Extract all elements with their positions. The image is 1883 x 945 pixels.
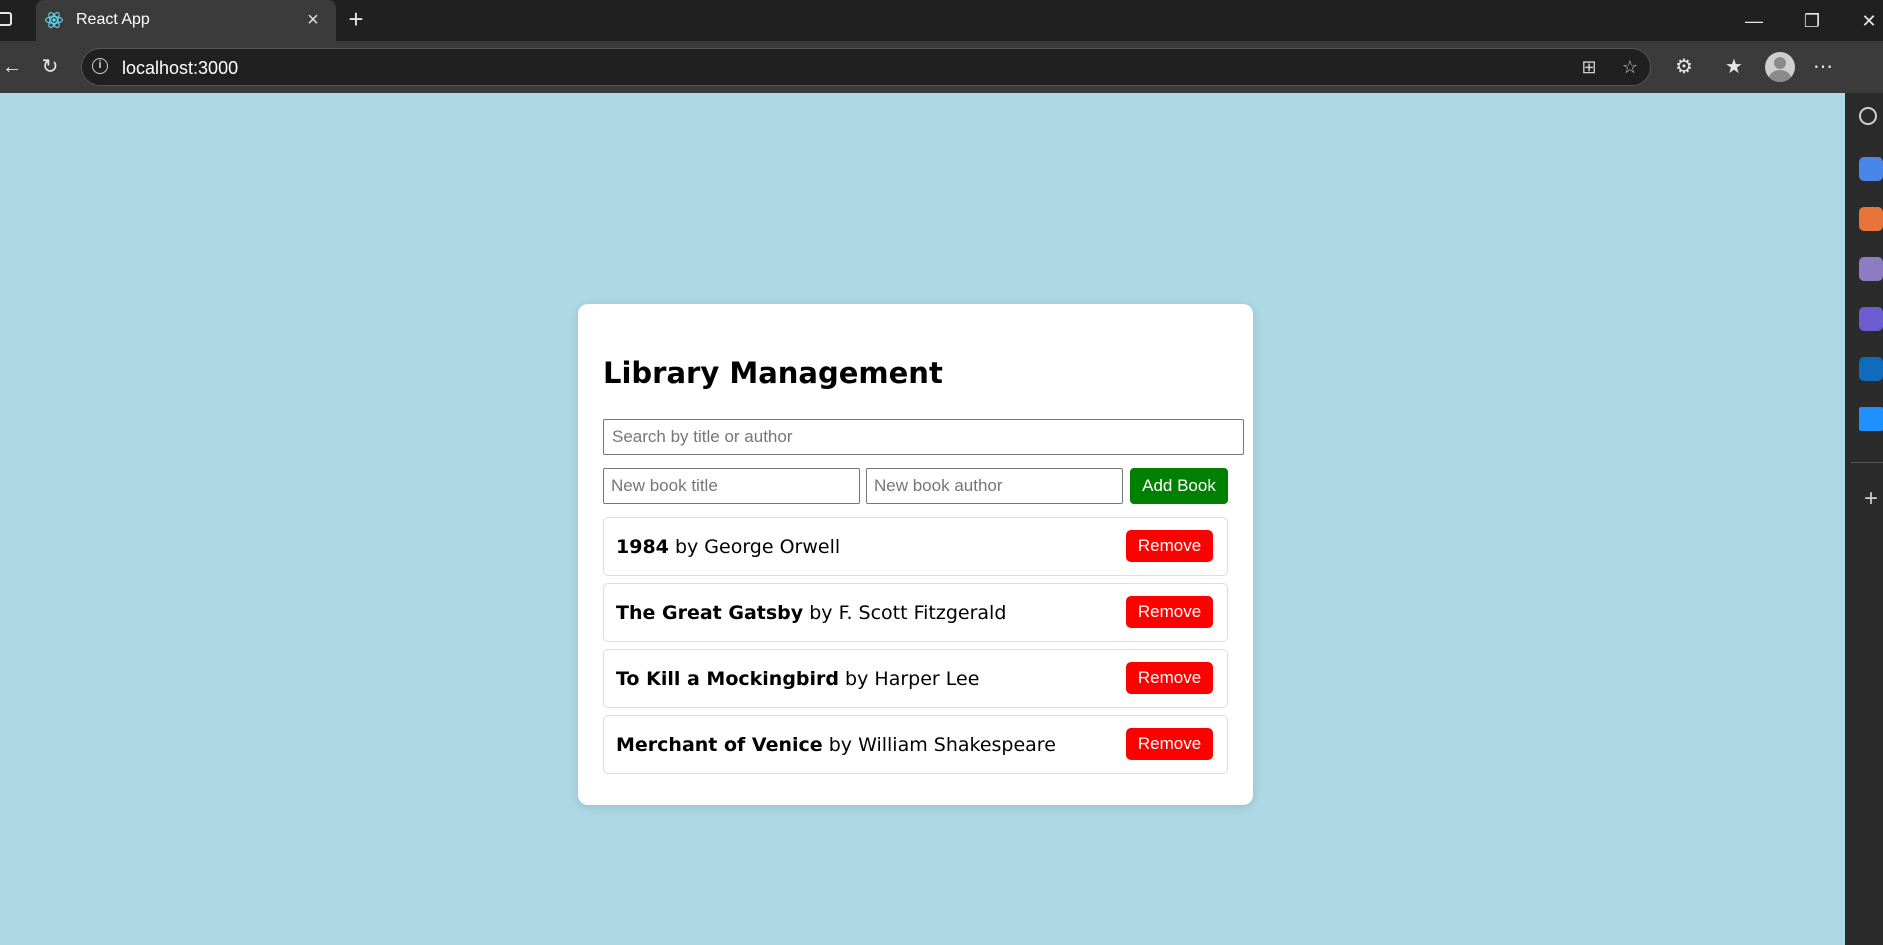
add-sidebar-app-icon[interactable]: +: [1859, 487, 1883, 511]
book-text: To Kill a Mockingbird by Harper Lee: [616, 668, 979, 690]
book-item: The Great Gatsby by F. Scott Fitzgerald …: [603, 583, 1228, 642]
remove-book-button[interactable]: Remove: [1126, 596, 1213, 628]
edge-sidebar: +: [1845, 93, 1883, 945]
book-author: George Orwell: [704, 536, 841, 558]
extensions-icon[interactable]: ⚙: [1672, 55, 1696, 79]
book-author: F. Scott Fitzgerald: [838, 602, 1007, 624]
favorites-icon[interactable]: ★: [1722, 55, 1746, 79]
browser-toolbar: ← ↻ i localhost:3000 ⊞ ☆ ⚙ ★ ⋯: [0, 41, 1883, 93]
minimize-button[interactable]: —: [1743, 10, 1765, 32]
new-tab-button[interactable]: +: [344, 6, 368, 32]
book-item: 1984 by George Orwell Remove: [603, 517, 1228, 576]
url-text[interactable]: localhost:3000: [122, 58, 238, 79]
close-window-button[interactable]: ✕: [1858, 10, 1880, 32]
copilot-icon[interactable]: [1860, 55, 1883, 79]
back-icon[interactable]: ←: [0, 55, 24, 79]
browser-tab[interactable]: React App ×: [36, 0, 336, 41]
book-author: Harper Lee: [874, 668, 980, 690]
book-item: To Kill a Mockingbird by Harper Lee Remo…: [603, 649, 1228, 708]
by-word: by: [809, 602, 833, 624]
profile-avatar[interactable]: [1765, 52, 1795, 82]
restore-button[interactable]: ❐: [1801, 10, 1823, 32]
page-viewport: Library Management Add Book 1984 by Geor…: [0, 93, 1845, 945]
remove-book-button[interactable]: Remove: [1126, 662, 1213, 694]
book-text: Merchant of Venice by William Shakespear…: [616, 734, 1056, 756]
by-word: by: [845, 668, 869, 690]
new-book-author-input[interactable]: [866, 468, 1123, 504]
book-title: To Kill a Mockingbird: [616, 668, 839, 690]
app-available-icon[interactable]: ⊞: [1578, 56, 1600, 78]
book-item: Merchant of Venice by William Shakespear…: [603, 715, 1228, 774]
react-logo-icon: [45, 12, 63, 28]
book-list: 1984 by George Orwell Remove The Great G…: [603, 517, 1228, 781]
by-word: by: [828, 734, 853, 756]
remove-book-button[interactable]: Remove: [1126, 728, 1213, 760]
favorite-star-icon[interactable]: ☆: [1619, 56, 1641, 78]
send-icon[interactable]: [1859, 407, 1883, 431]
library-card: Library Management Add Book 1984 by Geor…: [578, 304, 1253, 805]
site-info-icon[interactable]: i: [92, 58, 108, 74]
by-word: by: [674, 536, 699, 558]
refresh-icon[interactable]: ↻: [38, 55, 62, 79]
browser-tab-bar: React App × + — ❐ ✕: [0, 0, 1883, 41]
search-icon[interactable]: [1859, 107, 1877, 125]
games-icon[interactable]: [1859, 257, 1883, 281]
book-title: The Great Gatsby: [616, 602, 804, 624]
page-title: Library Management: [603, 356, 943, 390]
new-book-title-input[interactable]: [603, 468, 860, 504]
book-author: William Shakespeare: [858, 734, 1056, 756]
book-text: 1984 by George Orwell: [616, 536, 840, 558]
search-input[interactable]: [603, 419, 1244, 455]
tools-icon[interactable]: [1859, 207, 1883, 231]
more-options-icon[interactable]: ⋯: [1811, 55, 1835, 79]
book-title: Merchant of Venice: [616, 734, 823, 756]
address-bar[interactable]: i localhost:3000 ⊞ ☆: [81, 48, 1651, 86]
tab-actions-icon[interactable]: [0, 12, 12, 26]
tab-title: React App: [76, 11, 150, 28]
book-title: 1984: [616, 536, 669, 558]
sidebar-divider: [1851, 462, 1883, 463]
book-text: The Great Gatsby by F. Scott Fitzgerald: [616, 602, 1006, 624]
copilot-sidebar-icon[interactable]: [1859, 307, 1883, 331]
add-book-button[interactable]: Add Book: [1130, 468, 1228, 504]
remove-book-button[interactable]: Remove: [1126, 530, 1213, 562]
tab-close-icon[interactable]: ×: [302, 9, 324, 31]
shopping-tag-icon[interactable]: [1859, 157, 1883, 181]
outlook-icon[interactable]: [1859, 357, 1883, 381]
